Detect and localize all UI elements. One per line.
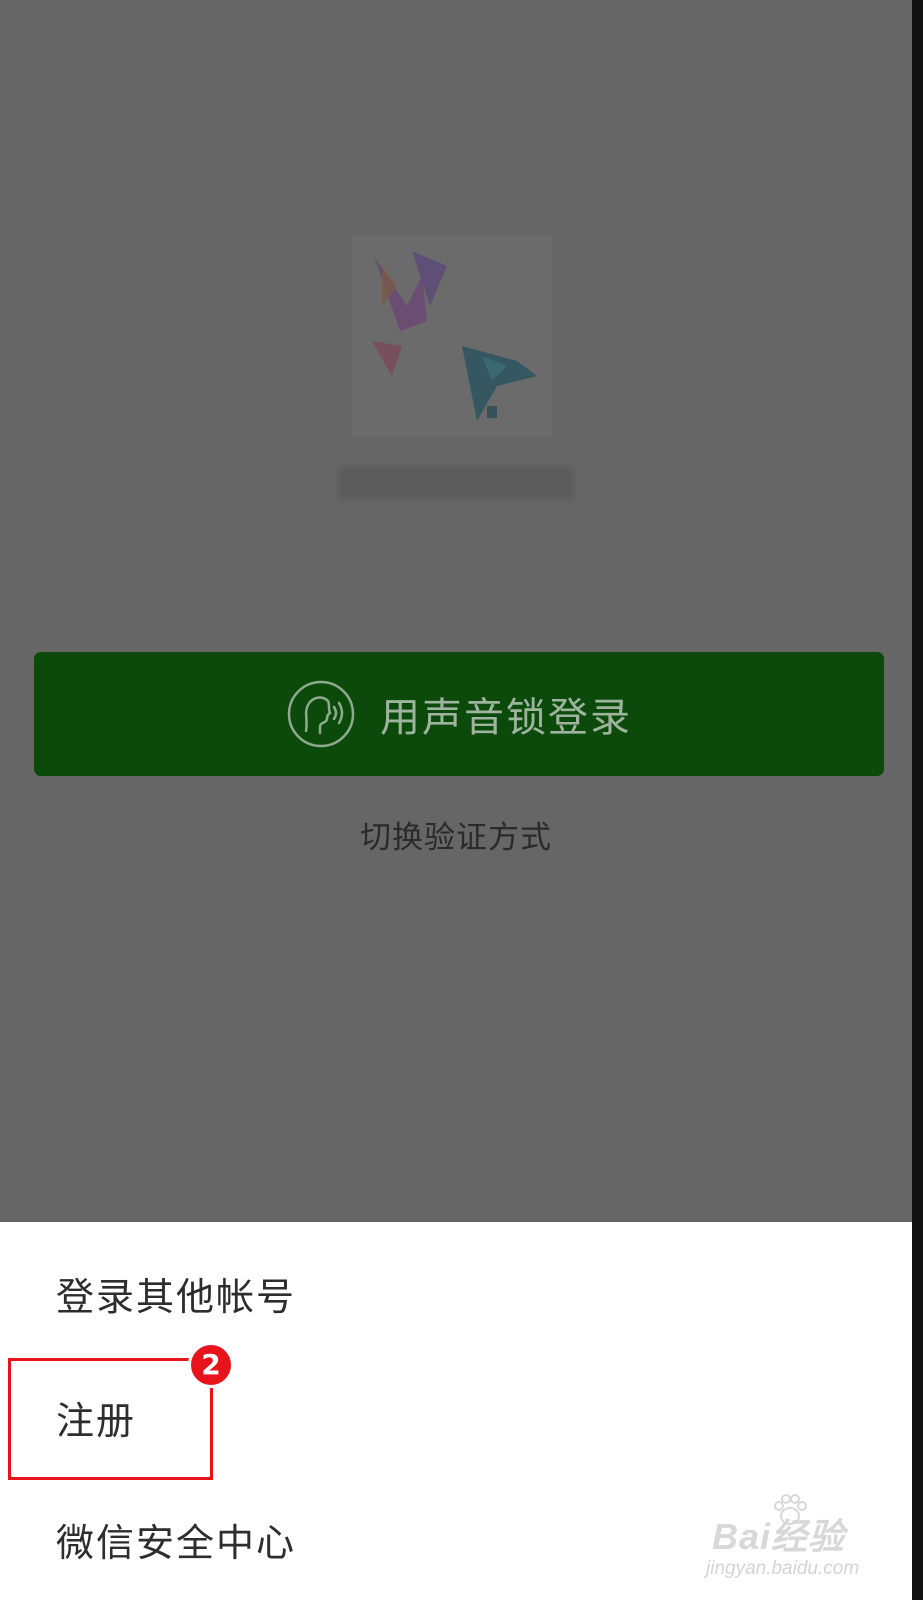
voice-lock-icon: [287, 680, 355, 748]
baidu-jingyan-watermark: Bai经验 jingyan.baidu.com: [700, 1490, 900, 1590]
watermark-url: jingyan.baidu.com: [706, 1558, 860, 1579]
wechat-security-center-option[interactable]: 微信安全中心: [56, 1512, 296, 1567]
voice-lock-login-label: 用声音锁登录: [380, 695, 632, 741]
voice-lock-login-button[interactable]: 用声音锁登录: [34, 652, 884, 776]
nickname: [0, 466, 912, 504]
screenshot-edge: [912, 0, 923, 1600]
nickname-blurred: [338, 466, 574, 500]
switch-verification-link[interactable]: 切换验证方式: [0, 812, 912, 857]
watermark-logo-text: Bai经验: [712, 1516, 846, 1557]
user-avatar: [352, 236, 552, 436]
register-highlight-box: [8, 1358, 213, 1480]
step-number-badge: 2: [188, 1342, 234, 1388]
login-other-account-option[interactable]: 登录其他帐号: [56, 1266, 296, 1321]
wechat-voice-login-screen: 用声音锁登录 切换验证方式 登录其他帐号 注册 微信安全中心 2 Bai经验 j…: [0, 0, 912, 1600]
avatar-image: [352, 236, 552, 436]
